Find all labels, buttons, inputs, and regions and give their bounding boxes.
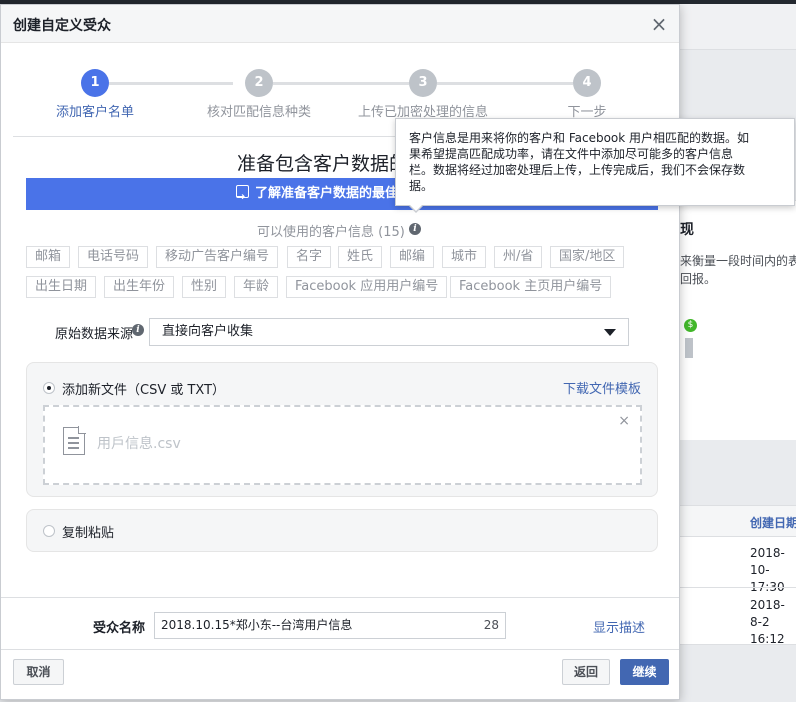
uploaded-file-name: 用戶信息.csv <box>97 436 181 452</box>
dollar-icon: $ <box>684 319 697 332</box>
step-2-label: 核对匹配信息种类 <box>206 105 311 120</box>
background-panel <box>680 200 796 440</box>
step-connector <box>273 82 409 85</box>
info-icon[interactable]: i <box>409 223 421 235</box>
row-time: 16:12 <box>750 632 785 646</box>
step-2-indicator: 2 <box>245 69 273 97</box>
info-tag: 国家/地区 <box>550 246 625 268</box>
upload-file-radio[interactable] <box>43 382 55 394</box>
download-template-link[interactable]: 下载文件模板 <box>563 378 641 397</box>
tooltip-line: 栏。数据将经过加密处理后上传，上传完成后，我们不会保存数 <box>409 163 746 177</box>
row-date: 2018-10- <box>750 546 785 577</box>
available-info-label: 可以使用的客户信息 (15) <box>257 225 405 240</box>
info-tag: 名字 <box>287 246 332 268</box>
info-tag: 邮箱 <box>26 246 71 268</box>
step-1-label: 添加客户名单 <box>55 105 134 120</box>
learn-button-label: 了解准备客户数据的最佳 <box>255 186 399 201</box>
table-row: 2018-8-2 16:12 <box>750 597 796 648</box>
show-description-link[interactable]: 显示描述 <box>593 617 645 636</box>
close-icon[interactable]: × <box>649 14 669 34</box>
info-tag: 邮编 <box>390 246 435 268</box>
step-1-indicator: 1 <box>81 69 109 97</box>
caret-down-icon <box>604 329 616 336</box>
background-panel-title: 现 <box>680 222 694 238</box>
info-tag: 出生日期 <box>26 276 97 298</box>
step-3-indicator: 3 <box>409 69 437 97</box>
character-count: 28 <box>483 618 499 632</box>
info-tag: 移动广告客户编号 <box>156 246 279 268</box>
info-tag: Facebook 主页用户编号 <box>450 276 612 298</box>
dialog-header: 创建自定义受众 × <box>1 5 679 43</box>
created-date-column-header[interactable]: 创建日期 <box>750 514 796 531</box>
step-4-indicator: 4 <box>573 69 601 97</box>
copy-paste-panel[interactable]: 复制粘贴 <box>26 509 658 552</box>
data-source-value: 直接向客户收集 <box>162 324 254 339</box>
info-tag: 性别 <box>182 276 227 298</box>
info-icon[interactable]: i <box>132 324 144 336</box>
dialog-title: 创建自定义受众 <box>13 18 111 34</box>
info-tag: 姓氏 <box>338 246 383 268</box>
info-tag: 州/省 <box>494 246 543 268</box>
step-connector <box>437 82 573 85</box>
open-link-icon <box>236 181 249 210</box>
info-tag: 电话号码 <box>78 246 149 268</box>
file-dropzone[interactable]: 用戶信息.csv × <box>43 405 642 485</box>
row-date: 2018-8-2 <box>750 598 785 629</box>
file-icon <box>63 426 86 455</box>
footer-divider <box>1 597 679 598</box>
step-connector <box>109 82 233 85</box>
create-custom-audience-dialog: 创建自定义受众 × 1 2 3 4 添加客户名单 核对匹配信息种类 上传已加密处… <box>0 4 680 700</box>
row-divider <box>680 587 796 588</box>
file-icon-line <box>68 442 79 444</box>
tooltip-line: 客户信息是用来将你的客户和 Facebook 用户相匹配的数据。如 <box>409 131 750 145</box>
file-icon-line <box>68 447 79 449</box>
audience-name-input[interactable]: 2018.10.15*郑小东--台湾用户信息 28 <box>154 612 506 639</box>
background-bar <box>685 338 693 358</box>
copy-paste-radio[interactable] <box>43 525 55 537</box>
customer-info-tooltip: 客户信息是用来将你的客户和 Facebook 用户相匹配的数据。如 果希望提高匹… <box>395 118 795 206</box>
background-panel-text-line2: 回报。 <box>680 272 717 286</box>
tooltip-arrow-inner <box>409 204 423 211</box>
audience-name-value: 2018.10.15*郑小东--台湾用户信息 <box>161 618 353 632</box>
info-tag: 出生年份 <box>104 276 175 298</box>
audience-name-label: 受众名称 <box>93 621 146 636</box>
info-tag: Facebook 应用用户编号 <box>286 276 448 298</box>
remove-file-icon[interactable]: × <box>618 413 630 429</box>
background-panel-text: 来衡量一段时间内的表 回报。 <box>680 252 796 288</box>
table-row: 2018-10- 17:30 <box>750 545 796 596</box>
background-panel-text-line1: 来衡量一段时间内的表 <box>680 254 796 268</box>
info-tag: 年龄 <box>234 276 279 298</box>
cancel-button[interactable]: 取消 <box>13 659 64 685</box>
footer-divider <box>1 649 679 650</box>
section-title: 准备包含客户数据的 <box>237 153 409 175</box>
file-icon-line <box>68 437 79 439</box>
copy-paste-option-label[interactable]: 复制粘贴 <box>62 522 114 541</box>
tooltip-line: 果希望提高匹配成功率，请在文件中添加尽可能多的客户信息 <box>409 147 734 161</box>
info-tag: 城市 <box>442 246 487 268</box>
row-divider <box>680 644 796 645</box>
data-source-label: 原始数据来源 <box>55 327 134 342</box>
upload-file-panel: 添加新文件（CSV 或 TXT） 下载文件模板 用戶信息.csv × <box>26 362 658 497</box>
continue-button[interactable]: 继续 <box>620 659 669 685</box>
back-button[interactable]: 返回 <box>562 659 610 685</box>
upload-file-option-label[interactable]: 添加新文件（CSV 或 TXT） <box>62 379 225 398</box>
background-header <box>680 4 796 50</box>
tooltip-line: 据。 <box>409 179 434 193</box>
data-source-select[interactable]: 直接向客户收集 <box>149 318 629 346</box>
